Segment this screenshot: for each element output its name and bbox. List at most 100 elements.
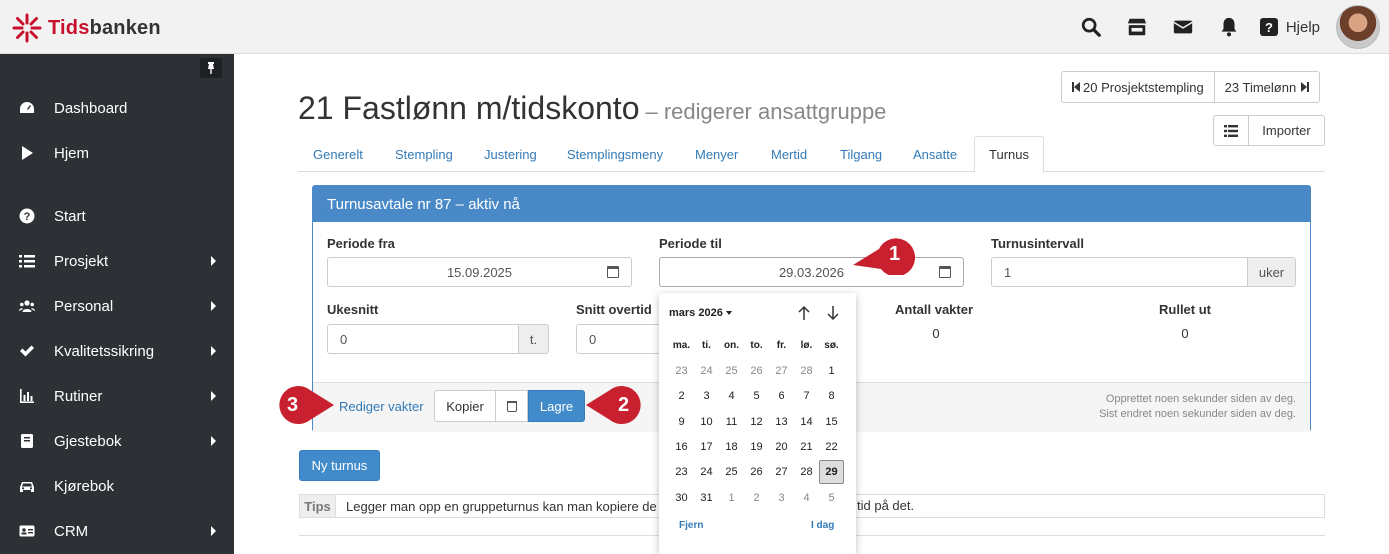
- bar-chart-icon: [18, 387, 36, 405]
- copy-button[interactable]: Kopier: [434, 390, 496, 422]
- datepicker-day[interactable]: 4: [719, 384, 744, 408]
- logo-text-dark: banken: [89, 16, 161, 39]
- sidebar-item-kjorebok[interactable]: Kjørebok: [0, 468, 234, 504]
- sidebar-item-dashboard[interactable]: Dashboard: [0, 90, 234, 126]
- tab-ansatte[interactable]: Ansatte: [913, 136, 957, 172]
- prev-group-button[interactable]: 20 Prosjektstempling: [1062, 72, 1214, 102]
- sidebar-item-prosjekt[interactable]: Prosjekt: [0, 243, 234, 279]
- new-turnus-button[interactable]: Ny turnus: [299, 450, 380, 481]
- logo-text-red: Tids: [48, 16, 90, 39]
- datepicker-day[interactable]: 11: [719, 410, 744, 434]
- tidsbanken-logo[interactable]: Tidsbanken: [12, 13, 161, 43]
- periode-fra-input[interactable]: 15.09.2025: [327, 257, 632, 287]
- delete-button[interactable]: [496, 390, 528, 422]
- tab-turnus[interactable]: Turnus: [974, 136, 1044, 173]
- datepicker-day[interactable]: 17: [694, 435, 719, 459]
- datepicker-month-select[interactable]: mars 2026: [669, 307, 732, 319]
- datepicker-day[interactable]: 25: [719, 359, 744, 383]
- arrow-down-icon[interactable]: [826, 305, 840, 321]
- turnusintervall-input[interactable]: 1: [991, 257, 1248, 287]
- page-subtitle: – redigerer ansattgruppe: [645, 99, 887, 124]
- tips-text-end: tid på det.: [857, 498, 915, 513]
- periode-til-input[interactable]: 29.03.2026: [659, 257, 964, 287]
- datepicker-day[interactable]: 26: [744, 460, 769, 484]
- sidebar-item-gjestebok[interactable]: Gjestebok: [0, 423, 234, 459]
- datepicker-day[interactable]: 7: [794, 384, 819, 408]
- tab-justering[interactable]: Justering: [484, 136, 537, 172]
- datepicker-day[interactable]: 2: [669, 384, 694, 408]
- save-button[interactable]: Lagre: [528, 390, 585, 422]
- edit-shifts-link[interactable]: Rediger vakter: [339, 399, 424, 414]
- datepicker-day[interactable]: 1: [719, 486, 744, 510]
- datepicker-day[interactable]: 12: [744, 410, 769, 434]
- datepicker-day[interactable]: 25: [719, 460, 744, 484]
- datepicker-day[interactable]: 22: [819, 435, 844, 459]
- datepicker-day[interactable]: 28: [794, 359, 819, 383]
- search-icon[interactable]: [1068, 0, 1114, 54]
- datepicker-day[interactable]: 28: [794, 460, 819, 484]
- tab-stemplingsmeny[interactable]: Stemplingsmeny: [567, 136, 663, 172]
- weekday-header: ma.: [672, 340, 691, 351]
- datepicker-day[interactable]: 3: [694, 384, 719, 408]
- chevron-right-icon: [211, 256, 216, 266]
- datepicker-day[interactable]: 10: [694, 410, 719, 434]
- datepicker-day[interactable]: 13: [769, 410, 794, 434]
- datepicker-day[interactable]: 3: [769, 486, 794, 510]
- sidebar-item-hjem[interactable]: Hjem: [0, 135, 234, 171]
- calendar-icon[interactable]: [939, 266, 951, 278]
- datepicker-day[interactable]: 31: [694, 486, 719, 510]
- datepicker-day[interactable]: 27: [769, 460, 794, 484]
- check-icon: [18, 342, 36, 360]
- datepicker-day[interactable]: 19: [744, 435, 769, 459]
- periode-fra-label: Periode fra: [327, 236, 395, 251]
- datepicker-day[interactable]: 21: [794, 435, 819, 459]
- datepicker-day[interactable]: 23: [669, 359, 694, 383]
- datepicker-day[interactable]: 9: [669, 410, 694, 434]
- datepicker-day[interactable]: 24: [694, 359, 719, 383]
- datepicker-day[interactable]: 30: [669, 486, 694, 510]
- datepicker-today-button[interactable]: I dag: [811, 520, 834, 531]
- datepicker-day[interactable]: 14: [794, 410, 819, 434]
- datepicker-day[interactable]: 5: [744, 384, 769, 408]
- datepicker-day[interactable]: 20: [769, 435, 794, 459]
- next-group-button[interactable]: 23 Timelønn: [1213, 72, 1320, 102]
- datepicker-day[interactable]: 2: [744, 486, 769, 510]
- datepicker-day[interactable]: 29: [819, 460, 844, 485]
- datepicker-day[interactable]: 26: [744, 359, 769, 383]
- store-icon[interactable]: [1114, 0, 1160, 54]
- avatar[interactable]: [1336, 5, 1380, 49]
- datepicker-day[interactable]: 8: [819, 384, 844, 408]
- question-circle-icon: ?: [18, 207, 36, 225]
- ukesnitt-input[interactable]: 0: [327, 324, 519, 354]
- datepicker-clear-button[interactable]: Fjern: [679, 520, 703, 531]
- datepicker-day[interactable]: 18: [719, 435, 744, 459]
- sidebar-item-crm[interactable]: CRM: [0, 513, 234, 549]
- datepicker-day[interactable]: 1: [819, 359, 844, 383]
- calendar-icon[interactable]: [607, 266, 619, 278]
- pin-icon[interactable]: [200, 58, 222, 78]
- datepicker-day[interactable]: 24: [694, 460, 719, 484]
- sidebar-item-start[interactable]: ? Start: [0, 198, 234, 234]
- datepicker-day[interactable]: 27: [769, 359, 794, 383]
- tab-tilgang[interactable]: Tilgang: [840, 136, 882, 172]
- mail-icon[interactable]: [1160, 0, 1206, 54]
- snitt-overtid-input[interactable]: 0: [576, 324, 666, 354]
- arrow-up-icon[interactable]: [797, 305, 811, 321]
- datepicker-day[interactable]: 15: [819, 410, 844, 434]
- datepicker-day[interactable]: 16: [669, 435, 694, 459]
- datepicker-day[interactable]: 4: [794, 486, 819, 510]
- bell-icon[interactable]: [1206, 0, 1252, 54]
- datepicker-day[interactable]: 6: [769, 384, 794, 408]
- chevron-right-icon: [211, 436, 216, 446]
- tab-stempling[interactable]: Stempling: [395, 136, 453, 172]
- datepicker-day[interactable]: 23: [669, 460, 694, 484]
- tab-generelt[interactable]: Generelt: [313, 136, 363, 172]
- tab-bar: Generelt Stempling Justering Stemplingsm…: [298, 136, 1325, 173]
- sidebar-item-kvalitetssikring[interactable]: Kvalitetssikring: [0, 333, 234, 369]
- tab-mertid[interactable]: Mertid: [771, 136, 807, 172]
- datepicker-day[interactable]: 5: [819, 486, 844, 510]
- tab-menyer[interactable]: Menyer: [695, 136, 738, 172]
- sidebar-item-rutiner[interactable]: Rutiner: [0, 378, 234, 414]
- sidebar-item-personal[interactable]: Personal: [0, 288, 234, 324]
- help-button[interactable]: ? Hjelp: [1252, 0, 1326, 54]
